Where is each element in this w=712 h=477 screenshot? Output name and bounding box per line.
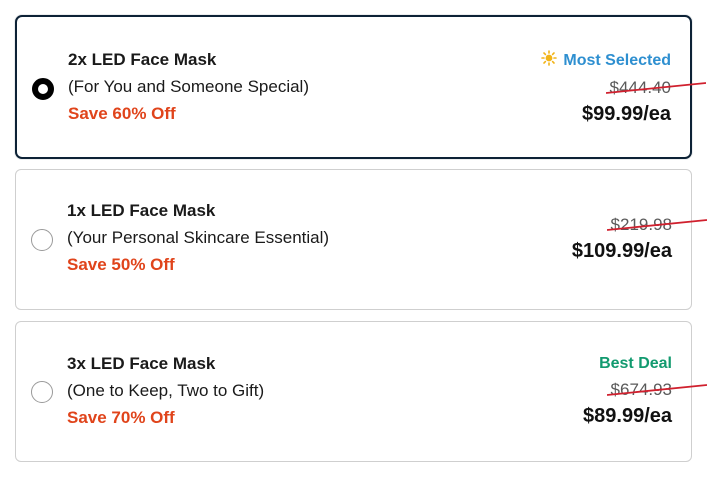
original-price: $444.40: [605, 78, 706, 98]
radio-button[interactable]: [31, 229, 53, 251]
bundle-option-3x[interactable]: 3x LED Face Mask (One to Keep, Two to Gi…: [15, 321, 707, 462]
original-price-text: $219.98: [610, 215, 672, 234]
original-price-text: $444.40: [609, 78, 671, 97]
original-price-text: $674.93: [610, 380, 672, 399]
bundle-option-1x[interactable]: 1x LED Face Mask (Your Personal Skincare…: [15, 169, 707, 310]
option-title: 3x LED Face Mask: [67, 354, 216, 373]
savings-label: Save 50% Off: [67, 255, 175, 274]
option-subtitle: (For You and Someone Special): [68, 77, 309, 96]
most-selected-badge: Most Selected: [541, 50, 671, 72]
unit-price: $109.99/ea: [571, 240, 672, 262]
original-price: $674.93: [606, 380, 707, 400]
option-info: 1x LED Face Mask (Your Personal Skincare…: [67, 201, 329, 275]
bundle-option-2x[interactable]: 2x LED Face Mask (For You and Someone Sp…: [15, 15, 706, 159]
savings-label: Save 60% Off: [68, 104, 176, 123]
option-info: 2x LED Face Mask (For You and Someone Sp…: [68, 50, 309, 124]
best-deal-badge: Best Deal: [583, 354, 672, 374]
badge-label: Best Deal: [599, 355, 672, 372]
sun-icon: [541, 50, 558, 72]
radio-button[interactable]: [31, 381, 53, 403]
option-subtitle: (Your Personal Skincare Essential): [67, 228, 330, 247]
option-pricing: Most Selected $444.40 $99.99/ea: [541, 50, 706, 126]
option-pricing: Best Deal $674.93 $89.99/ea: [583, 354, 707, 428]
option-subtitle: (One to Keep, Two to Gift): [67, 381, 265, 400]
option-info: 3x LED Face Mask (One to Keep, Two to Gi…: [67, 354, 264, 428]
option-pricing: $219.98 $109.99/ea: [571, 215, 707, 263]
savings-label: Save 70% Off: [67, 408, 175, 427]
option-title: 2x LED Face Mask: [68, 50, 217, 69]
radio-button-selected[interactable]: [32, 78, 54, 100]
option-title: 1x LED Face Mask: [67, 201, 216, 220]
unit-price: $99.99/ea: [582, 103, 671, 125]
unit-price: $89.99/ea: [583, 405, 672, 427]
original-price: $219.98: [606, 215, 707, 235]
badge-label: Most Selected: [563, 52, 671, 69]
